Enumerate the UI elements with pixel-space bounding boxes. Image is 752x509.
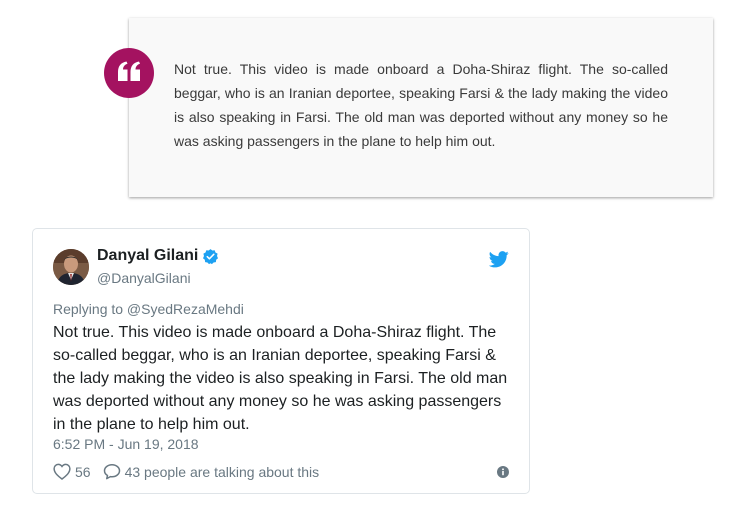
quote-text: Not true. This video is made onboard a D… <box>174 61 668 149</box>
quote-icon <box>117 61 141 86</box>
tweet-card[interactable]: Danyal Gilani @DanyalGilani Replying to … <box>32 228 530 494</box>
handle[interactable]: @DanyalGilani <box>97 270 191 286</box>
speech-bubble-icon <box>103 463 121 480</box>
conversation-link[interactable]: 43 people are talking about this <box>103 463 320 480</box>
tweet-text: Not true. This video is made onboard a D… <box>53 324 508 433</box>
display-name[interactable]: Danyal Gilani <box>97 247 198 265</box>
heart-icon <box>53 463 71 480</box>
like-count: 56 <box>75 463 91 480</box>
like-button[interactable]: 56 <box>53 463 91 480</box>
avatar[interactable] <box>53 249 89 285</box>
verified-badge-icon <box>202 248 219 265</box>
twitter-bird-icon[interactable] <box>488 251 509 273</box>
replying-to[interactable]: Replying to @SyedRezaMehdi <box>53 301 244 317</box>
tweet-actions: 56 43 people are talking about this <box>53 463 319 480</box>
author-row: Danyal Gilani <box>97 247 219 265</box>
talking-count: 43 people are talking about this <box>124 463 320 480</box>
timestamp[interactable]: 6:52 PM - Jun 19, 2018 <box>53 436 199 452</box>
quote-badge <box>104 48 154 98</box>
info-icon[interactable] <box>497 465 509 483</box>
